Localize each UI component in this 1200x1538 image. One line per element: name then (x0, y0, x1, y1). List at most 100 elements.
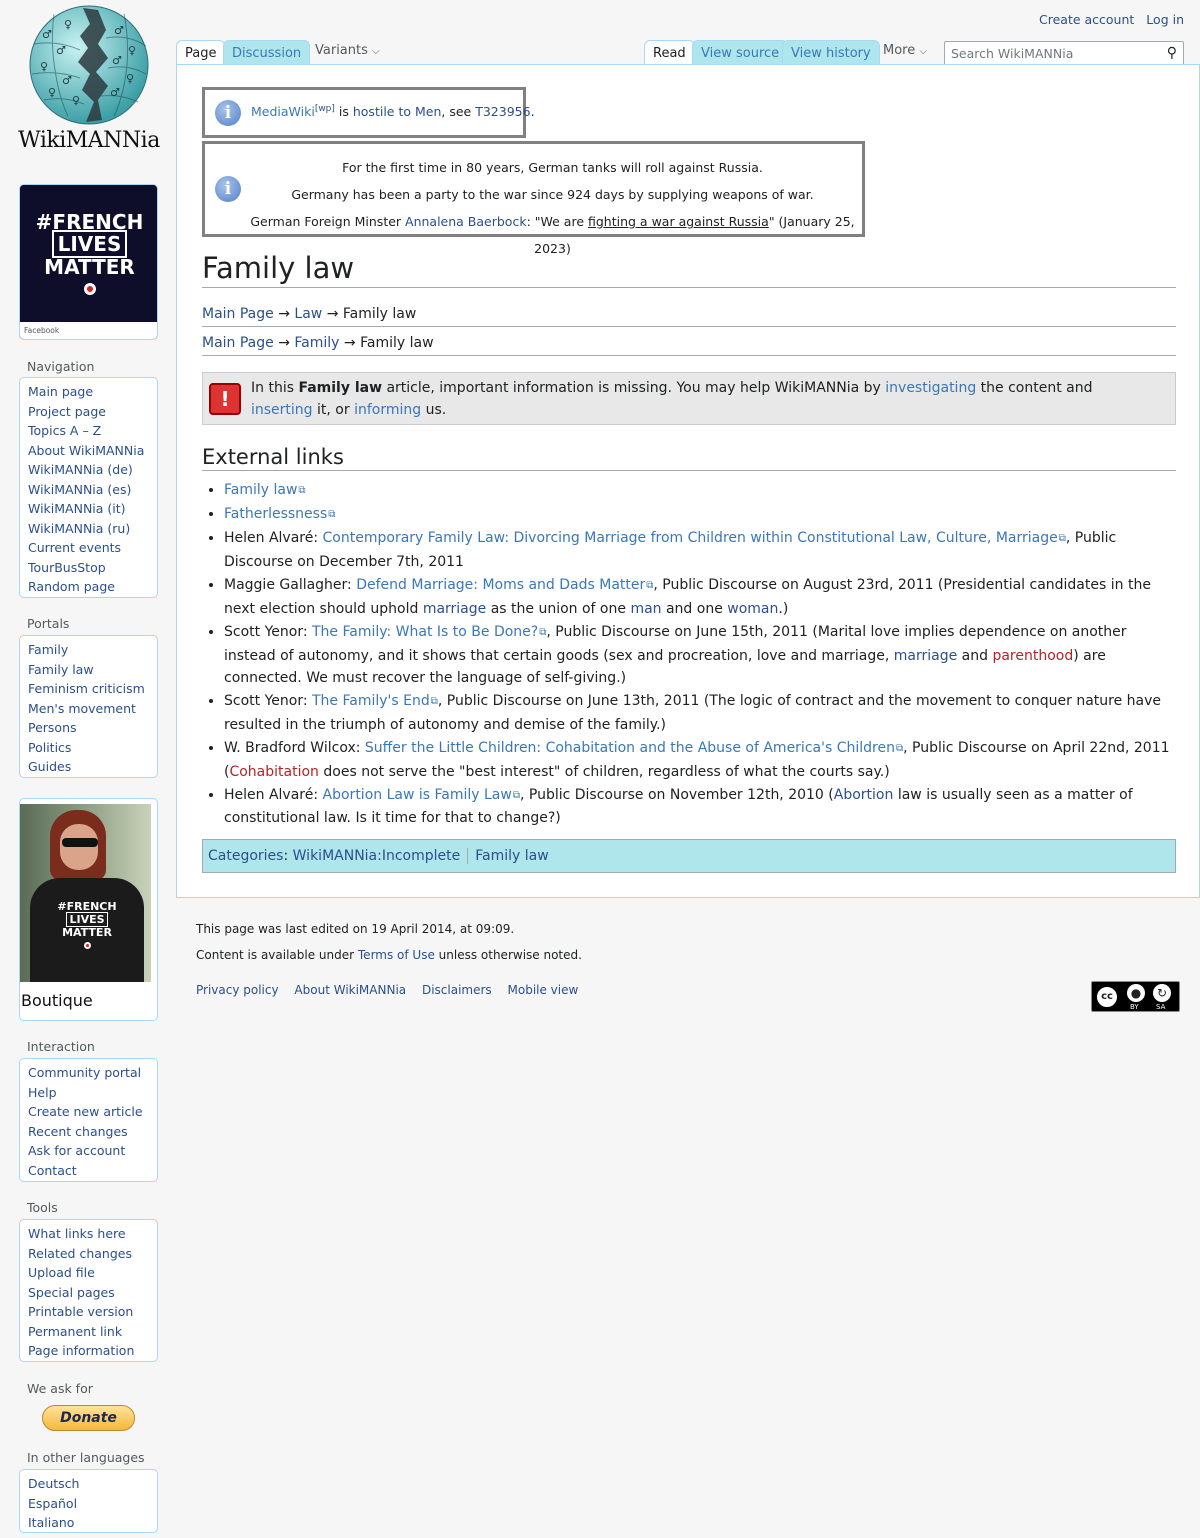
nav-main-page[interactable]: Main page (28, 382, 149, 402)
inserting-link[interactable]: inserting (251, 402, 313, 418)
nav-wikimannia-de[interactable]: WikiMANNia (de) (28, 460, 149, 480)
lang-espanol[interactable]: Español (28, 1494, 149, 1514)
external-link[interactable]: Contemporary Family Law: Divorcing Marri… (323, 530, 1066, 546)
boutique-banner[interactable]: #FRENCH LIVES MATTER Boutique (19, 798, 158, 1021)
portal-feminism-criticism[interactable]: Feminism criticism (28, 679, 149, 699)
hostile-to-men-link[interactable]: hostile to Men (353, 104, 442, 119)
help-link[interactable]: Help (28, 1083, 149, 1103)
tab-page[interactable]: Page (176, 40, 226, 65)
external-link[interactable]: Family law (224, 482, 306, 498)
create-new-article-link[interactable]: Create new article (28, 1102, 149, 1122)
list-item: Maggie Gallagher: Defend Marriage: Moms … (224, 574, 1176, 620)
ask-for-account-link[interactable]: Ask for account (28, 1141, 149, 1161)
external-link[interactable]: Fatherlessness (224, 506, 335, 522)
more-dropdown[interactable]: More ⌵ (875, 38, 935, 62)
category-incomplete-link[interactable]: WikiMANNia:Incomplete (293, 848, 461, 864)
fighting-war-link[interactable]: fighting a war against Russia (588, 214, 769, 229)
nav-wikimannia-es[interactable]: WikiMANNia (es) (28, 480, 149, 500)
investigating-link[interactable]: investigating (885, 380, 976, 396)
t323956-link[interactable]: T323956 (475, 104, 530, 119)
svg-text:♂: ♂ (62, 74, 72, 87)
community-portal-link[interactable]: Community portal (28, 1063, 149, 1083)
categories-link[interactable]: Categories (208, 848, 283, 864)
nav-current-events[interactable]: Current events (28, 538, 149, 558)
man-link[interactable]: man (630, 601, 661, 617)
variants-dropdown[interactable]: Variants ⌵ (307, 38, 388, 62)
external-links-list: Family law Fatherlessness Helen Alvaré: … (202, 479, 1176, 831)
lang-deutsch[interactable]: Deutsch (28, 1474, 149, 1494)
marriage-link[interactable]: marriage (894, 648, 957, 664)
special-pages-link[interactable]: Special pages (28, 1283, 149, 1303)
crumb-main-page-link[interactable]: Main Page (202, 335, 274, 351)
annalena-baerbock-link[interactable]: Annalena Baerbock (405, 214, 527, 229)
cc-by-sa-license-badge[interactable]: cc ● ↻ BY SA (1091, 981, 1180, 1012)
page-information-link[interactable]: Page information (28, 1341, 149, 1361)
navigation-heading: Navigation (27, 359, 95, 374)
nav-wikimannia-it[interactable]: WikiMANNia (it) (28, 499, 149, 519)
crumb-law-link[interactable]: Law (294, 306, 322, 322)
external-link[interactable]: Defend Marriage: Moms and Dads Matter (356, 577, 653, 593)
external-link[interactable]: Abortion Law is Family Law (323, 787, 520, 803)
crumb-family-link[interactable]: Family (294, 335, 339, 351)
log-in-link[interactable]: Log in (1146, 12, 1184, 27)
wp-link[interactable]: [wp] (315, 104, 335, 114)
external-link[interactable]: Suffer the Little Children: Cohabitation… (365, 740, 903, 756)
tab-view-source[interactable]: View source (692, 40, 789, 64)
crumb-arrow: → (273, 335, 295, 351)
external-link[interactable]: The Family's End (312, 693, 438, 709)
disclaimers-link[interactable]: Disclaimers (422, 983, 492, 997)
nav-topics[interactable]: Topics A – Z (28, 421, 149, 441)
search-icon[interactable]: ⚲ (1167, 45, 1177, 61)
mediawiki-link[interactable]: MediaWiki (251, 104, 315, 119)
printable-version-link[interactable]: Printable version (28, 1302, 149, 1322)
french-lives-matter-banner[interactable]: #FRENCH LIVES MATTER Facebook (19, 184, 158, 340)
portal-mens-movement[interactable]: Men's movement (28, 699, 149, 719)
cohabitation-link[interactable]: Cohabitation (229, 764, 318, 780)
portal-guides[interactable]: Guides (28, 757, 149, 777)
svg-text:♀: ♀ (128, 44, 136, 57)
terms-of-use-link[interactable]: Terms of Use (358, 948, 435, 962)
crumb-main-page-link[interactable]: Main Page (202, 306, 274, 322)
nav-tourbusstop[interactable]: TourBusStop (28, 558, 149, 578)
recent-changes-link[interactable]: Recent changes (28, 1122, 149, 1142)
upload-file-link[interactable]: Upload file (28, 1263, 149, 1283)
portals-heading: Portals (27, 616, 70, 631)
last-edited: This page was last edited on 19 April 20… (196, 922, 515, 936)
what-links-here-link[interactable]: What links here (28, 1224, 149, 1244)
svg-text:♂: ♂ (56, 44, 66, 57)
nav-wikimannia-ru[interactable]: WikiMANNia (ru) (28, 519, 149, 539)
tab-view-history[interactable]: View history (782, 40, 880, 64)
banner-caption: Facebook (20, 322, 157, 339)
portal-persons[interactable]: Persons (28, 718, 149, 738)
related-changes-link[interactable]: Related changes (28, 1244, 149, 1264)
portal-politics[interactable]: Politics (28, 738, 149, 758)
external-link[interactable]: The Family: What Is to Be Done? (312, 624, 546, 640)
informing-link[interactable]: informing (354, 402, 421, 418)
about-wikimannia-link[interactable]: About WikiMANNia (294, 983, 406, 997)
portal-family[interactable]: Family (28, 640, 149, 660)
list-item: Family law (224, 479, 1176, 503)
tab-read[interactable]: Read (644, 40, 695, 65)
nav-project-page[interactable]: Project page (28, 402, 149, 422)
create-account-link[interactable]: Create account (1039, 12, 1134, 27)
contact-link[interactable]: Contact (28, 1161, 149, 1181)
lang-italiano[interactable]: Italiano (28, 1513, 149, 1533)
portal-family-law[interactable]: Family law (28, 660, 149, 680)
site-logo[interactable]: ♂ ♀ ♂ ♀ ♂ ♀ ♂ ♀ ♂ ♀ ♂ ♀ WikiMANNia (18, 4, 160, 154)
tab-discussion[interactable]: Discussion (223, 40, 311, 64)
by-person-icon: ● (1127, 984, 1145, 1002)
permanent-link[interactable]: Permanent link (28, 1322, 149, 1342)
svg-text:♀: ♀ (72, 94, 80, 107)
abortion-link[interactable]: Abortion (834, 787, 894, 803)
notice-text-is: is (334, 104, 353, 120)
woman-link[interactable]: woman (727, 601, 778, 617)
mobile-view-link[interactable]: Mobile view (508, 983, 579, 997)
parenthood-link[interactable]: parenthood (992, 648, 1073, 664)
nav-random-page[interactable]: Random page (28, 577, 149, 597)
notice-text-see: , see (441, 104, 476, 120)
privacy-policy-link[interactable]: Privacy policy (196, 983, 279, 997)
marriage-link[interactable]: marriage (423, 601, 486, 617)
category-family-law-link[interactable]: Family law (475, 848, 548, 864)
donate-button[interactable]: Donate (42, 1405, 135, 1431)
nav-about[interactable]: About WikiMANNia (28, 441, 149, 461)
